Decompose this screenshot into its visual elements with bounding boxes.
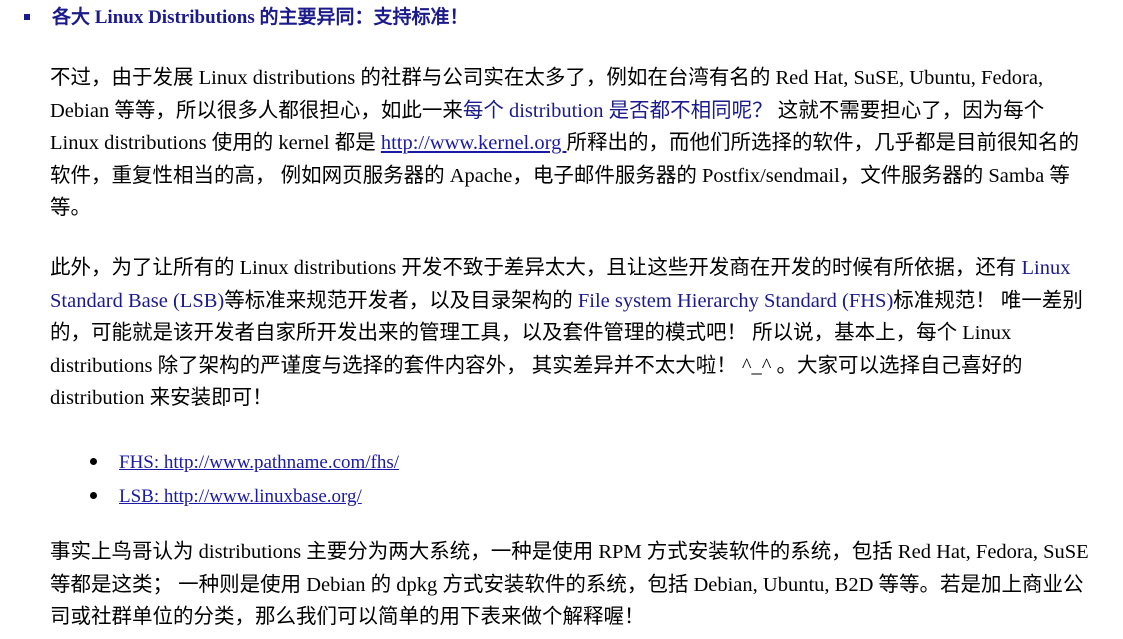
list-item: FHS: http://www.pathname.com/fhs/ xyxy=(90,446,399,480)
square-bullet-icon xyxy=(24,13,30,20)
section-heading-text: 各大 Linux Distributions 的主要异同：支持标准！ xyxy=(52,7,469,28)
paragraph1-highlight: 每个 distribution 是否都不相同呢？ xyxy=(462,99,773,122)
paragraph2-text-2: 等标准来规范开发者，以及目录架构的 xyxy=(224,289,578,312)
paragraph-distributions-intro: 不过，由于发展 Linux distributions 的社群与公司实在太多了，… xyxy=(50,62,1090,225)
round-bullet-icon xyxy=(90,492,97,500)
lsb-link[interactable]: LSB: http://www.linuxbase.org/ xyxy=(119,486,362,507)
round-bullet-icon xyxy=(90,458,97,466)
paragraph-package-systems: 事实上鸟哥认为 distributions 主要分为两大系统，一种是使用 RPM… xyxy=(50,541,1089,628)
kernel-org-link[interactable]: http://www.kernel.org xyxy=(381,132,567,154)
standards-link-list: FHS: http://www.pathname.com/fhs/ LSB: h… xyxy=(90,446,399,514)
paragraph-standards: 此外，为了让所有的 Linux distributions 开发不致于差异太大，… xyxy=(50,252,1090,415)
paragraph2-text-1: 此外，为了让所有的 Linux distributions 开发不致于差异太大，… xyxy=(50,257,1022,279)
fhs-term: File system Hierarchy Standard (FHS) xyxy=(577,289,894,312)
section-heading: 各大 Linux Distributions 的主要异同：支持标准！ xyxy=(24,4,468,32)
list-item: LSB: http://www.linuxbase.org/ xyxy=(90,480,399,514)
fhs-link[interactable]: FHS: http://www.pathname.com/fhs/ xyxy=(119,452,399,473)
